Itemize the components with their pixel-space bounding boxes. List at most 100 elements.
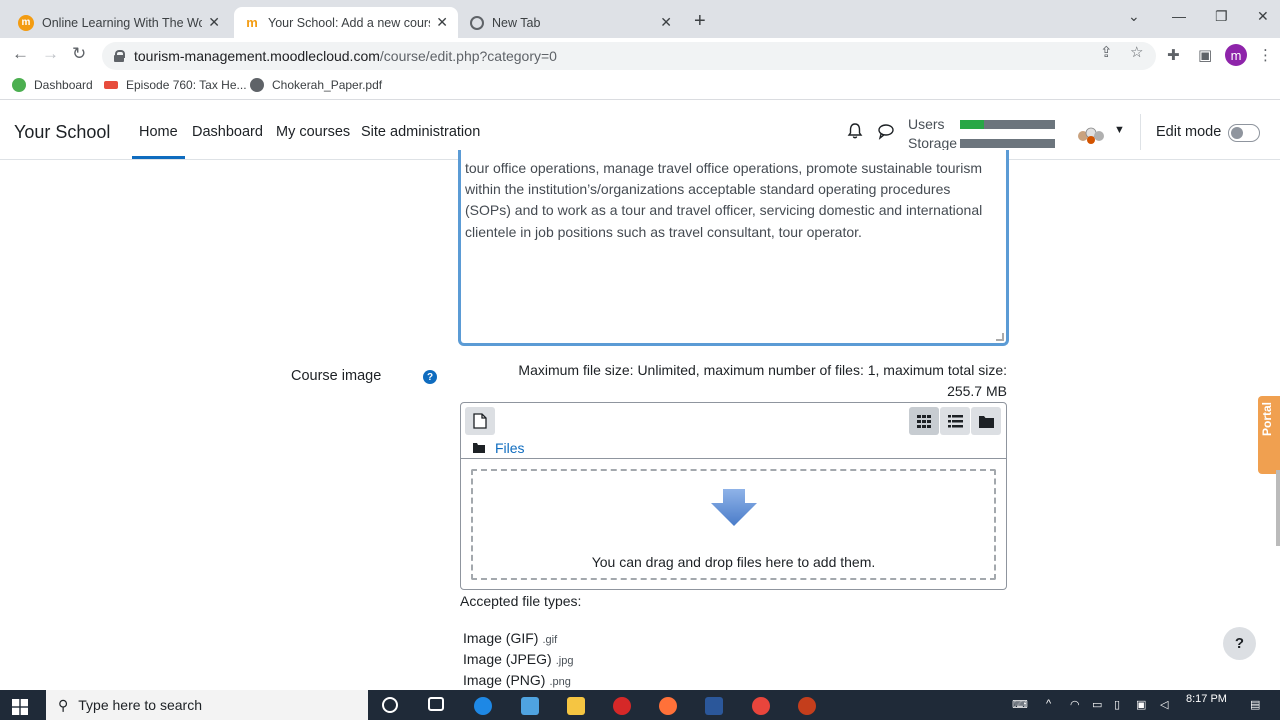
edit-mode-label: Edit mode (1156, 124, 1222, 140)
view-icons-button[interactable] (909, 407, 939, 435)
wifi-icon[interactable]: ◠ (1070, 698, 1080, 711)
powerpoint-icon[interactable] (798, 697, 816, 715)
file-icon (473, 413, 487, 429)
accepted-file-types-label: Accepted file types: (460, 593, 582, 609)
breadcrumb-files[interactable]: Files (495, 440, 525, 456)
messages-icon[interactable] (877, 122, 895, 140)
browser-tab-bar: m Online Learning With The World's ✕ m Y… (0, 0, 1280, 38)
add-file-button[interactable] (465, 407, 495, 435)
keyboard-icon[interactable]: ⌨ (1012, 698, 1028, 711)
tab-title: New Tab (492, 15, 541, 30)
extensions-icon[interactable]: ✚ (1167, 46, 1180, 64)
view-tree-button[interactable] (971, 407, 1001, 435)
reload-icon[interactable]: ↻ (72, 44, 86, 64)
file-drop-zone[interactable]: You can drag and drop files here to add … (471, 469, 996, 580)
cortana-icon[interactable] (382, 697, 398, 713)
bookmark-label: Chokerah_Paper.pdf (272, 78, 383, 92)
tab-new-tab[interactable]: New Tab ✕ (460, 7, 682, 38)
tab-title: Your School: Add a new course (268, 15, 431, 30)
chrome-icon[interactable] (752, 697, 770, 715)
close-tab-icon[interactable]: ✕ (208, 14, 220, 31)
new-tab-icon[interactable]: + (694, 10, 706, 33)
volume-icon[interactable]: ◁ (1160, 698, 1168, 711)
file-type-ext: .jpg (555, 655, 574, 667)
restore-icon[interactable]: ❐ (1215, 8, 1228, 25)
url-host: tourism-management.moodlecloud.com (134, 48, 380, 64)
bookmark-chokerah[interactable]: Chokerah_Paper.pdf (250, 78, 382, 92)
search-icon: ⚲ (58, 696, 69, 713)
store-icon[interactable] (521, 697, 539, 715)
storage-quota-label: Storage (908, 135, 958, 151)
max-file-size-line: Maximum file size: Unlimited, maximum nu… (518, 362, 1007, 378)
file-type-name: Image (GIF) (463, 630, 539, 646)
battery-icon[interactable]: ▯ (1114, 698, 1120, 711)
help-icon[interactable]: ? (423, 370, 437, 384)
close-window-icon[interactable]: ✕ (1257, 8, 1269, 25)
task-view-icon[interactable] (428, 697, 444, 711)
nav-my-courses[interactable]: My courses (276, 124, 350, 140)
chrome-favicon-icon (470, 15, 484, 30)
nav-site-administration[interactable]: Site administration (361, 124, 480, 140)
clock-time[interactable]: 8:17 PM (1186, 693, 1227, 705)
edit-mode-toggle[interactable] (1228, 124, 1260, 142)
arrow-down-icon (711, 489, 757, 526)
help-button[interactable]: ? (1223, 627, 1256, 660)
close-tab-icon[interactable]: ✕ (660, 14, 672, 31)
lock-icon (114, 50, 125, 62)
url-field[interactable]: tourism-management.moodlecloud.com/cours… (102, 42, 1156, 70)
side-panel-icon[interactable]: ▣ (1198, 46, 1212, 64)
file-explorer-icon[interactable] (567, 697, 585, 715)
podcast-favicon-icon (104, 81, 118, 89)
active-nav-indicator (132, 156, 185, 159)
close-tab-icon[interactable]: ✕ (436, 14, 448, 31)
bell-icon[interactable] (846, 122, 864, 140)
nav-home[interactable]: Home (139, 124, 178, 140)
file-type-ext: .png (549, 676, 571, 688)
moodle-favicon-icon: m (246, 15, 258, 30)
profile-avatar[interactable]: m (1225, 44, 1247, 66)
bookmark-episode[interactable]: Episode 760: Tax He... (104, 78, 247, 92)
file-type-gif: Image (GIF) .gif (463, 630, 557, 646)
firefox-icon[interactable] (659, 697, 677, 715)
bookmark-dashboard[interactable]: Dashboard (12, 78, 93, 92)
chevron-down-icon[interactable]: ▼ (1114, 124, 1125, 136)
taskbar-search-input[interactable]: ⚲ Type here to search (46, 690, 368, 720)
tab-add-new-course[interactable]: m Your School: Add a new course ✕ (234, 7, 458, 38)
display-icon[interactable]: ▣ (1136, 698, 1146, 711)
windows-start-icon[interactable] (12, 699, 28, 715)
view-list-button[interactable] (940, 407, 970, 435)
tab-online-learning[interactable]: m Online Learning With The World's ✕ (8, 7, 230, 38)
forward-icon[interactable]: → (42, 44, 59, 64)
notifications-icon[interactable]: ▤ (1250, 698, 1260, 711)
folder-icon (473, 443, 485, 453)
opera-icon[interactable] (613, 697, 631, 715)
users-quota-label: Users (908, 116, 945, 132)
nav-dashboard[interactable]: Dashboard (192, 124, 263, 140)
users-quota-fill (960, 120, 984, 129)
word-icon[interactable] (705, 697, 723, 715)
windows-taskbar: ⚲ Type here to search ⌨ ^ ◠ ▭ ▯ ▣ ◁ 8:17… (0, 690, 1280, 720)
share-icon[interactable]: ⇪ (1100, 43, 1113, 61)
dashboard-favicon-icon (12, 78, 26, 92)
bookmark-label: Episode 760: Tax He... (126, 78, 247, 92)
bookmark-star-icon[interactable]: ☆ (1130, 43, 1143, 61)
user-avatar[interactable] (1075, 124, 1107, 146)
portal-label: Portal (1260, 402, 1274, 437)
globe-icon (250, 78, 264, 92)
scrollbar-thumb[interactable] (1276, 470, 1280, 546)
menu-kebab-icon[interactable]: ⋮ (1258, 46, 1273, 64)
site-brand[interactable]: Your School (14, 122, 110, 143)
bookmark-label: Dashboard (34, 78, 93, 92)
tab-search-icon[interactable]: ⌄ (1128, 8, 1140, 25)
max-file-size-info: Maximum file size: Unlimited, maximum nu… (470, 360, 1007, 402)
back-icon[interactable]: ← (12, 44, 29, 64)
minimize-icon[interactable]: — (1172, 8, 1186, 24)
network-icon[interactable]: ▭ (1092, 698, 1102, 711)
portal-side-tab[interactable]: Portal (1258, 396, 1280, 474)
course-summary-text[interactable]: tour office operations, manage travel of… (465, 158, 1000, 243)
resize-handle-icon[interactable] (996, 333, 1004, 341)
course-summary-editor[interactable]: tour office operations, manage travel of… (458, 150, 1009, 346)
navbar-divider (1140, 114, 1141, 150)
chevron-up-icon[interactable]: ^ (1046, 698, 1051, 710)
edge-icon[interactable] (474, 697, 492, 715)
